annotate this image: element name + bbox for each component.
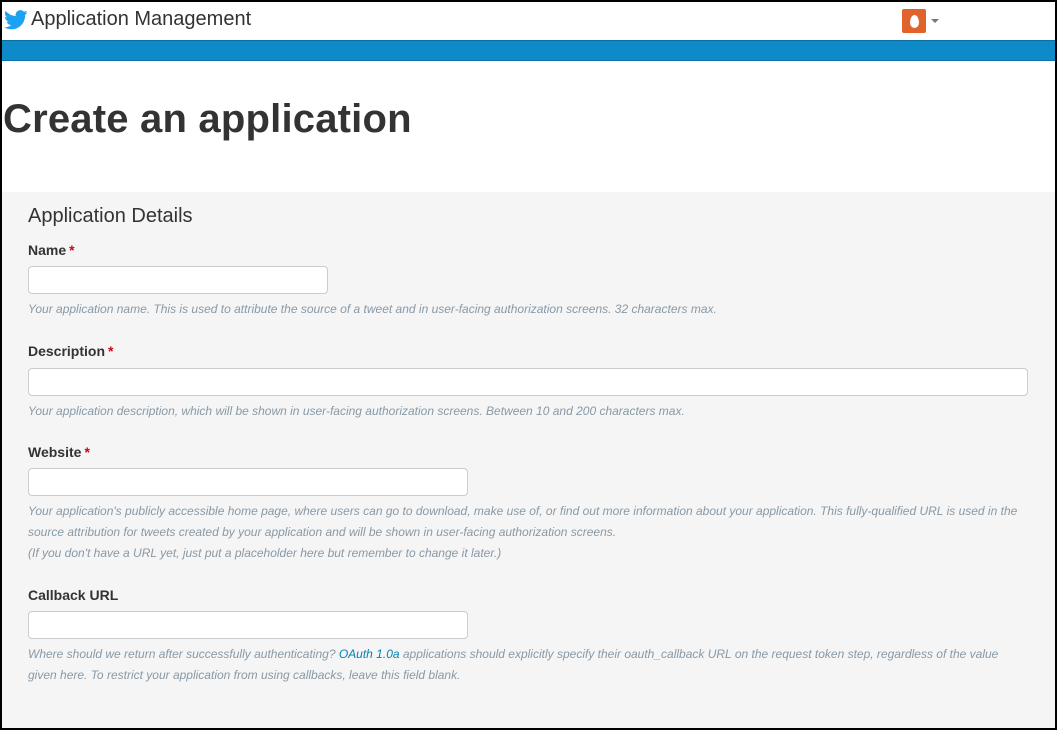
- name-label: Name *: [28, 242, 75, 258]
- oauth-link[interactable]: OAuth 1.0a: [339, 647, 400, 661]
- app-window: Application Management Create an applica…: [0, 0, 1057, 730]
- user-menu-toggle[interactable]: [902, 9, 939, 33]
- description-label: Description *: [28, 343, 114, 359]
- website-help-note: (If you don't have a URL yet, just put a…: [28, 546, 502, 560]
- name-input[interactable]: [28, 266, 328, 294]
- twitter-bird-icon: [4, 9, 28, 29]
- callback-url-help-text: Where should we return after successfull…: [28, 647, 999, 682]
- page-heading: Create an application: [2, 61, 1055, 193]
- description-input[interactable]: [28, 368, 1028, 396]
- page-title: Create an application: [3, 97, 412, 141]
- required-marker: *: [84, 444, 90, 460]
- app-title: Application Management: [31, 8, 252, 30]
- website-label: Website *: [28, 444, 90, 460]
- callback-url-label: Callback URL: [28, 587, 119, 603]
- required-marker: *: [108, 343, 114, 359]
- website-input[interactable]: [28, 468, 468, 496]
- top-navigation-bar: Application Management: [2, 2, 1055, 40]
- egg-avatar-icon: [902, 9, 926, 33]
- description-help-text: Your application description, which will…: [28, 404, 685, 418]
- section-title: Application Details: [28, 205, 193, 227]
- brand-home-link[interactable]: Application Management: [4, 8, 251, 31]
- application-details-panel: Application Details Name * Your applicati…: [2, 192, 1055, 728]
- callback-url-input[interactable]: [28, 611, 468, 639]
- header-accent-bar: [2, 40, 1055, 61]
- required-marker: *: [69, 242, 75, 258]
- caret-down-icon: [931, 19, 939, 23]
- website-help-text: Your application's publicly accessible h…: [28, 504, 1018, 539]
- name-help-text: Your application name. This is used to a…: [28, 302, 717, 316]
